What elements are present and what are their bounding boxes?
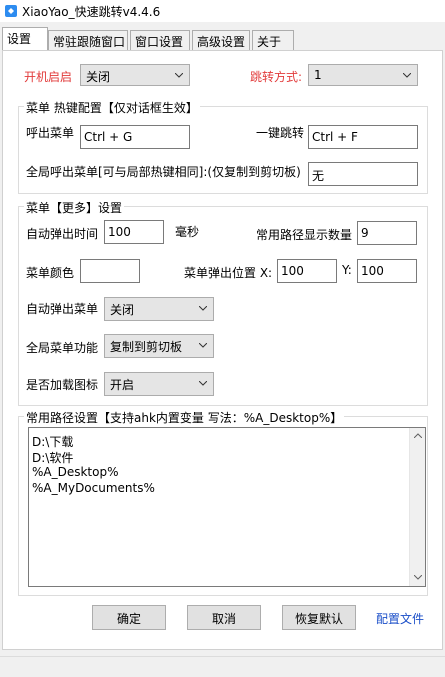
- hotkey-group-title: 菜单 热键配置【仅对话框生效】: [24, 99, 200, 116]
- path-count-input[interactable]: 9: [357, 221, 417, 245]
- chevron-down-icon: [403, 73, 411, 78]
- chevron-down-icon: [199, 381, 207, 386]
- path-line: D:\软件: [32, 451, 74, 465]
- call-menu-hotkey-input[interactable]: Ctrl + G: [80, 125, 190, 149]
- vertical-scrollbar[interactable]: [409, 428, 425, 586]
- common-paths-group-title: 常用路径设置【支持ahk内置变量 写法：%A_Desktop%】: [24, 409, 345, 426]
- menu-color-label: 菜单颜色: [26, 266, 75, 280]
- load-icon-select[interactable]: 开启: [104, 372, 214, 396]
- one-key-jump-label: 一键跳转: [256, 126, 305, 140]
- jump-mode-select[interactable]: 1: [308, 64, 418, 86]
- load-icon-value: 开启: [110, 378, 135, 392]
- global-menu-function-select[interactable]: 复制到剪切板: [104, 334, 214, 358]
- popup-position-x-label: 菜单弹出位置 X:: [184, 266, 273, 280]
- auto-popup-time-label: 自动弹出时间: [26, 227, 99, 241]
- window-title: XiaoYao_快速跳转v4.4.6: [22, 5, 161, 19]
- jump-mode-value: 1: [314, 68, 322, 82]
- autostart-select[interactable]: 关闭: [80, 64, 190, 86]
- auto-popup-menu-value: 关闭: [110, 303, 135, 317]
- popup-y-input[interactable]: 100: [357, 259, 417, 283]
- tab-resident-window[interactable]: 常驻跟随窗口: [48, 30, 128, 50]
- global-call-menu-label: 全局呼出菜单[可与局部热键相同]:(仅复制到剪切板): [26, 165, 301, 179]
- one-key-jump-hotkey-input[interactable]: Ctrl + F: [308, 125, 418, 149]
- global-call-menu-hotkey-input[interactable]: 无: [308, 162, 418, 186]
- auto-popup-time-input[interactable]: 100: [104, 220, 164, 244]
- popup-position-y-label: Y:: [342, 263, 352, 277]
- autostart-label: 开机启启: [24, 70, 73, 84]
- config-file-link[interactable]: 配置文件: [376, 610, 424, 627]
- auto-popup-menu-label: 自动弹出菜单: [26, 302, 99, 316]
- chevron-down-icon: [199, 343, 207, 348]
- scroll-down-arrow-icon[interactable]: [414, 575, 422, 580]
- scroll-up-arrow-icon[interactable]: [414, 433, 422, 438]
- auto-popup-menu-select[interactable]: 关闭: [104, 297, 214, 321]
- call-menu-label: 呼出菜单: [26, 126, 75, 140]
- path-line: D:\下载: [32, 435, 74, 449]
- path-line: %A_MyDocuments%: [32, 481, 155, 495]
- chevron-down-icon: [175, 73, 183, 78]
- tab-settings[interactable]: 设置: [2, 27, 48, 50]
- common-paths-textarea[interactable]: D:\下载 D:\软件 %A_Desktop% %A_MyDocuments%: [28, 427, 426, 587]
- jump-mode-label: 跳转方式:: [250, 70, 303, 84]
- menu-color-input[interactable]: [80, 259, 140, 283]
- path-line: %A_Desktop%: [32, 465, 119, 479]
- global-menu-function-label: 全局菜单功能: [26, 341, 99, 355]
- autostart-value: 关闭: [86, 70, 111, 84]
- ms-unit-label: 毫秒: [175, 225, 200, 239]
- path-count-label: 常用路径显示数量: [256, 228, 353, 242]
- reset-defaults-button[interactable]: 恢复默认: [282, 605, 356, 630]
- ok-button[interactable]: 确定: [92, 605, 166, 630]
- load-icon-label: 是否加载图标: [26, 378, 99, 392]
- tab-window-settings[interactable]: 窗口设置: [130, 30, 190, 50]
- status-bar: [0, 656, 445, 677]
- tab-advanced-settings[interactable]: 高级设置: [192, 30, 250, 50]
- chevron-down-icon: [199, 306, 207, 311]
- global-menu-function-value: 复制到剪切板: [110, 340, 183, 354]
- popup-x-input[interactable]: 100: [277, 259, 337, 283]
- app-icon: [5, 5, 17, 17]
- more-settings-group-title: 菜单【更多】设置: [24, 199, 125, 216]
- tab-about[interactable]: 关于: [252, 30, 294, 50]
- cancel-button[interactable]: 取消: [187, 605, 261, 630]
